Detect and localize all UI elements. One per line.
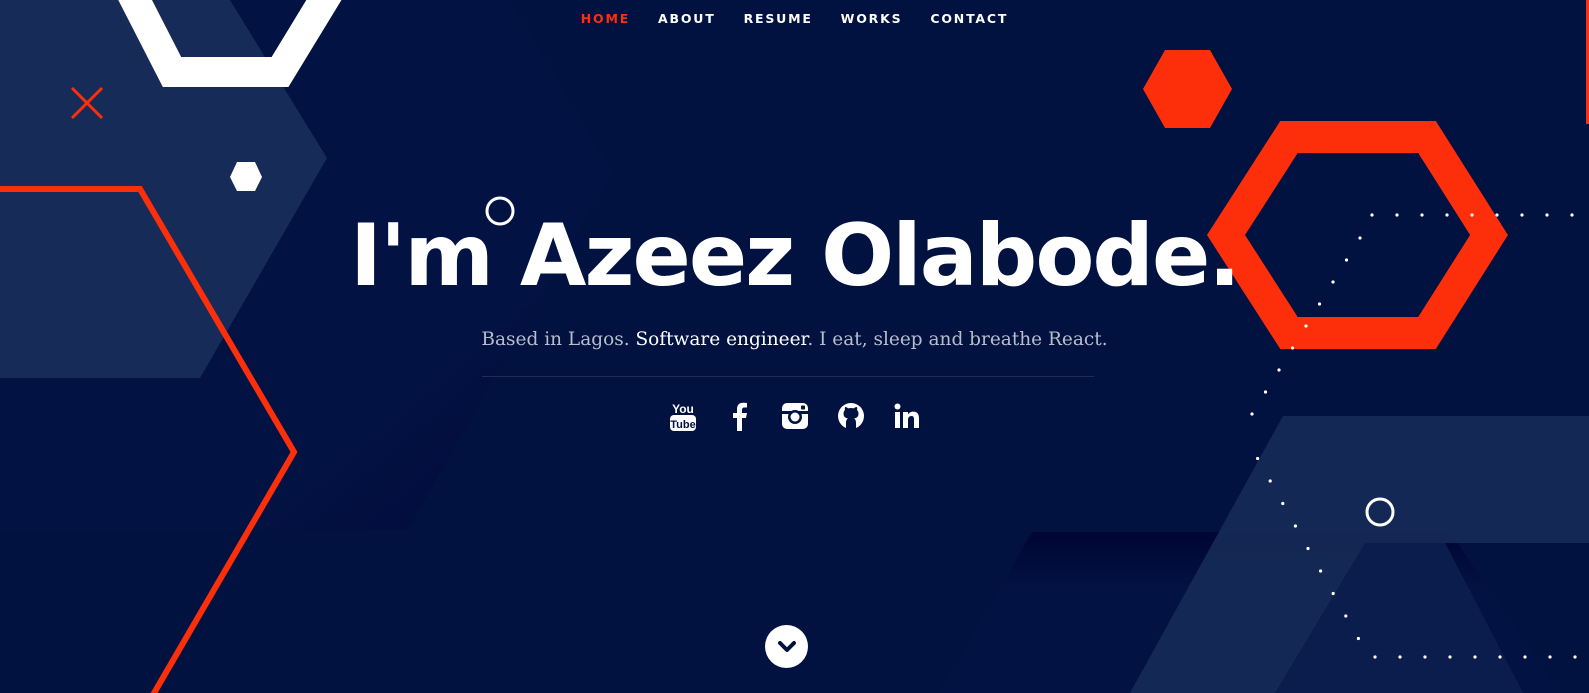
facebook-icon[interactable] [722, 399, 756, 433]
hero-title: I'm Azeez Olabode. [350, 206, 1241, 306]
dot [1448, 655, 1452, 659]
dot [1373, 655, 1377, 659]
svg-text:You: You [672, 402, 694, 416]
dot [1268, 479, 1272, 483]
instagram-icon[interactable] [778, 399, 812, 433]
youtube-icon[interactable]: You Tube [666, 399, 700, 433]
linkedin-icon[interactable] [890, 399, 924, 433]
social-links: You Tube [0, 399, 1589, 433]
dot [1423, 655, 1427, 659]
nav-item-home[interactable]: HOME [579, 12, 632, 26]
tagline-suffix: . I eat, sleep and breathe React. [807, 329, 1108, 350]
hero-tagline: Based in Lagos. Software engineer. I eat… [0, 328, 1589, 352]
dot [1263, 390, 1268, 394]
tagline-prefix: Based in Lagos. [481, 329, 636, 350]
dot [1498, 655, 1502, 659]
chevron-down-icon [777, 640, 796, 652]
svg-text:Tube: Tube [670, 419, 695, 431]
nav-item-contact[interactable]: CONTACT [928, 12, 1010, 26]
dot [1281, 501, 1285, 506]
main-nav: HOME ABOUT RESUME WORKS CONTACT [0, 12, 1589, 26]
github-icon[interactable] [834, 399, 868, 433]
nav-item-works[interactable]: WORKS [839, 12, 905, 26]
nav-item-about[interactable]: ABOUT [656, 12, 718, 26]
dot [1319, 569, 1323, 573]
dot [1398, 655, 1402, 659]
dot [1277, 368, 1281, 372]
dot [1331, 591, 1335, 596]
dot [1356, 636, 1360, 641]
dot [1548, 655, 1552, 659]
dot [1523, 655, 1527, 659]
tagline-emphasis: Software engineer [635, 329, 808, 350]
dot [1256, 456, 1260, 461]
dot [1344, 614, 1348, 618]
dot [1573, 655, 1577, 659]
dot [1293, 524, 1297, 528]
orange-hexagon-small [1143, 50, 1232, 128]
divider [482, 376, 1094, 377]
dot [1306, 546, 1310, 551]
scroll-down-button[interactable] [765, 625, 808, 668]
nav-item-resume[interactable]: RESUME [742, 12, 815, 26]
dot [1473, 655, 1477, 659]
